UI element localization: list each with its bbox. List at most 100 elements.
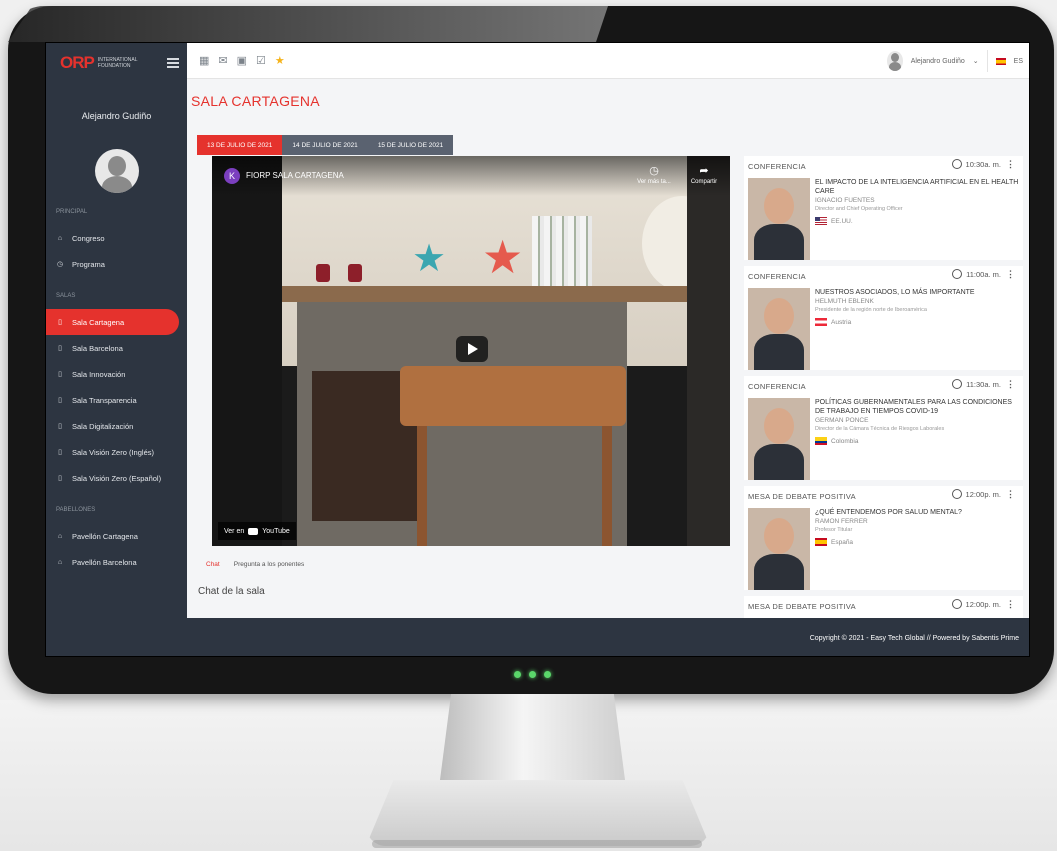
sidebar-item-sala-innovacion[interactable]: ▯ Sala Innovación: [46, 361, 187, 387]
clock-icon: ◷: [649, 165, 659, 177]
video-scene: [532, 216, 592, 286]
session-title: ¿QUÉ ENTENDEMOS POR SALUD MENTAL?: [815, 509, 962, 516]
sidebar-item-sala-cartagena[interactable]: ▯ Sala Cartagena: [46, 309, 179, 335]
sidebar-item-label: Pavellón Cartagena: [72, 531, 138, 541]
sidebar-item-label: Sala Visión Zero (Español): [72, 473, 162, 483]
country-label: Austria: [831, 318, 852, 326]
watch-later-button[interactable]: ◷ Ver más ta...: [632, 164, 676, 185]
spain-flag-icon[interactable]: [995, 57, 1006, 65]
session-time: 10:30a. m.: [951, 159, 1001, 169]
video-scene: [348, 264, 362, 282]
sidebar-item-programa[interactable]: ◷ Programa: [46, 251, 187, 277]
agenda-card[interactable]: MESA DE DEBATE POSITIVA 12:00p. m. ⋮ ¿QU…: [744, 486, 1023, 596]
play-button[interactable]: [456, 336, 488, 362]
channel-avatar[interactable]: K: [224, 168, 240, 184]
sidebar-item-pabellon-barcelona[interactable]: ⌂ Pavellón Barcelona: [46, 549, 187, 575]
tab-14-julio[interactable]: 14 DE JULIO DE 2021: [282, 135, 368, 155]
room-icon: ▯: [58, 449, 62, 456]
video-player[interactable]: ★ ★ K FIORP SALA CARTAGENA ◷ Ver más ta.…: [212, 156, 730, 546]
monitor-glare: [8, 6, 608, 42]
monitor-stand-base: [366, 780, 710, 846]
sidebar-item-pabellon-cartagena[interactable]: ⌂ Pavellón Cartagena: [46, 523, 187, 549]
agenda-card[interactable]: MESA DE DEBATE POSITIVA 12:00p. m. ⋮: [744, 596, 1023, 618]
clock-icon: [952, 379, 963, 389]
chevron-down-icon[interactable]: ⌄: [973, 57, 979, 65]
more-options-icon[interactable]: ⋮: [1006, 159, 1015, 170]
share-button[interactable]: ➦ Compartir: [684, 164, 724, 185]
more-options-icon[interactable]: ⋮: [1006, 269, 1015, 280]
video-scene: [212, 156, 282, 546]
session-title: POLÍTICAS GUBERNAMENTALES PARA LAS CONDI…: [815, 399, 1012, 415]
speaker-position: Director and Chief Operating Officer: [815, 206, 903, 212]
speaker-photo: [748, 178, 810, 260]
room-icon: ▯: [58, 423, 62, 430]
sidebar: ORP INTERNATIONAL FOUNDATION Alejandro G…: [46, 43, 187, 656]
sidebar-item-sala-vision-zero-ingles[interactable]: ▯ Sala Visión Zero (Inglés): [46, 439, 187, 465]
chat-title: Chat de la sala: [198, 586, 265, 597]
sidebar-item-sala-digitalizacion[interactable]: ▯ Sala Digitalización: [46, 413, 187, 439]
sidebar-item-sala-barcelona[interactable]: ▯ Sala Barcelona: [46, 335, 187, 361]
home-icon: ⌂: [57, 558, 63, 566]
sidebar-item-label: Sala Transparencia: [72, 395, 137, 405]
more-options-icon[interactable]: ⋮: [1006, 599, 1015, 610]
more-options-icon[interactable]: ⋮: [1006, 379, 1015, 390]
calendar-icon[interactable]: ▦: [199, 54, 209, 67]
tab-15-julio[interactable]: 15 DE JULIO DE 2021: [367, 135, 454, 155]
agenda-card[interactable]: CONFERENCIA 11:30a. m. ⋮ POLÍTICAS GUBER…: [744, 376, 1023, 486]
session-info: POLÍTICAS GUBERNAMENTALES PARA LAS CONDI…: [815, 398, 1019, 445]
copyright-text: Copyright © 2021 - Easy Tech Global // P…: [809, 634, 1019, 642]
country-label: España: [831, 538, 854, 546]
video-scene: [400, 366, 626, 426]
sidebar-item-sala-vision-zero-espanol[interactable]: ▯ Sala Visión Zero (Español): [46, 465, 187, 491]
youtube-label: YouTube: [262, 527, 290, 535]
monitor-stand-shadow: [372, 840, 702, 848]
footer: Copyright © 2021 - Easy Tech Global // P…: [187, 618, 1029, 656]
session-time-label: 12:00p. m.: [965, 489, 1001, 499]
sidebar-item-sala-transparencia[interactable]: ▯ Sala Transparencia: [46, 387, 187, 413]
language-selector[interactable]: ES: [1014, 58, 1023, 65]
sidebar-avatar: [94, 149, 139, 193]
session-time: 11:30a. m.: [952, 379, 1001, 389]
video-scene: [316, 264, 330, 282]
chat-icon[interactable]: ▣: [237, 54, 247, 67]
country-label: Colombia: [831, 437, 859, 445]
tab-13-julio[interactable]: 13 DE JULIO DE 2021: [197, 135, 283, 155]
speaker-photo: [748, 288, 810, 370]
sidebar-item-congreso[interactable]: ⌂ Congreso: [46, 225, 187, 251]
top-icons: ▦ ✉ ▣ ☑ ★: [187, 54, 285, 67]
tab-chat[interactable]: Chat: [206, 561, 220, 568]
colombia-flag-icon: [815, 437, 827, 445]
star-icon[interactable]: ★: [275, 54, 285, 67]
tab-preguntas[interactable]: Pregunta a los ponentes: [234, 561, 304, 568]
usa-flag-icon: [815, 217, 827, 225]
agenda-card[interactable]: CONFERENCIA 11:00a. m. ⋮ NUESTROS ASOCIA…: [744, 266, 1023, 376]
clock-icon: [951, 159, 962, 169]
brand[interactable]: ORP INTERNATIONAL FOUNDATION: [46, 43, 187, 83]
watch-on-youtube-button[interactable]: Ver en YouTube: [218, 522, 296, 540]
austria-flag-icon: [815, 318, 827, 326]
chat-tabs: Chat Pregunta a los ponentes: [206, 561, 304, 568]
speaker-position: Director de la Cámara Técnica de Riesgos…: [815, 426, 945, 432]
video-title[interactable]: FIORP SALA CARTAGENA: [246, 171, 344, 180]
top-right: Alejandro Gudiño ⌄ ES: [886, 43, 1023, 79]
speaker-name: HELMUTH EBLENK: [815, 298, 874, 305]
user-avatar[interactable]: [886, 51, 903, 71]
monitor-indicator-lights: [514, 671, 564, 681]
menu-toggle-icon[interactable]: [167, 56, 179, 68]
session-time: 12:00p. m.: [951, 489, 1001, 499]
sidebar-item-label: Programa: [72, 259, 105, 269]
section-label-pabellones: PABELLONES: [56, 507, 96, 513]
top-user-name[interactable]: Alejandro Gudiño: [911, 58, 965, 65]
checkbox-icon[interactable]: ☑: [256, 54, 266, 67]
screen: ORP INTERNATIONAL FOUNDATION Alejandro G…: [45, 42, 1030, 657]
watch-later-label: Ver más ta...: [637, 179, 671, 185]
mail-icon[interactable]: ✉: [218, 54, 227, 67]
session-info: EL IMPACTO DE LA INTELIGENCIA ARTIFICIAL…: [815, 178, 1019, 225]
agenda-card[interactable]: CONFERENCIA 10:30a. m. ⋮ EL IMPACTO DE L…: [744, 156, 1023, 266]
brand-subtitle: INTERNATIONAL FOUNDATION: [97, 57, 138, 69]
sidebar-item-label: Congreso: [72, 233, 105, 243]
more-options-icon[interactable]: ⋮: [1006, 489, 1015, 500]
video-scene: ★: [412, 238, 447, 280]
speaker-name: IGNACIO FUENTES: [815, 197, 875, 204]
top-bar: ▦ ✉ ▣ ☑ ★ Alejandro Gudiño ⌄ ES: [187, 43, 1029, 79]
